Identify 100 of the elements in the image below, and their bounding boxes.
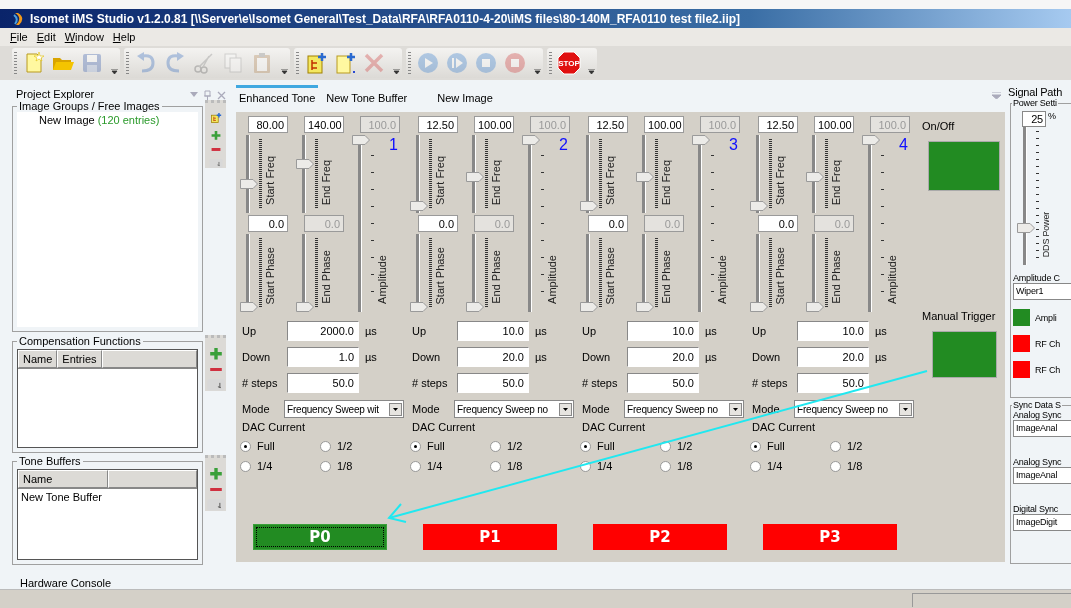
input-field[interactable]: 10.0 <box>457 321 529 341</box>
toolbar-overflow-icon[interactable] <box>588 69 595 75</box>
radio-option[interactable]: 1/8 <box>830 459 863 473</box>
mode-dropdown[interactable]: Frequency Sweep no <box>794 400 914 418</box>
mode-dropdown[interactable]: Frequency Sweep wit <box>284 400 404 418</box>
tab[interactable]: New Image <box>434 85 496 104</box>
slider-thumb[interactable] <box>296 158 314 169</box>
input-field[interactable]: 50.0 <box>797 373 869 393</box>
mode-dropdown[interactable]: Frequency Sweep no <box>454 400 574 418</box>
radio-option[interactable]: Full <box>410 439 445 453</box>
vertical-slider[interactable] <box>466 234 484 312</box>
input-field[interactable]: 2000.0 <box>287 321 359 341</box>
radio-option[interactable]: 1/4 <box>750 459 783 473</box>
vertical-slider[interactable] <box>580 135 598 213</box>
stop-button[interactable]: STOP <box>557 51 581 75</box>
toolbar-overflow-icon[interactable] <box>534 69 541 75</box>
trigger-button[interactable] <box>932 331 997 378</box>
tree-item[interactable]: New Image <box>39 114 95 126</box>
radio-option[interactable]: 1/8 <box>490 459 523 473</box>
radio-option[interactable]: 1/4 <box>240 459 273 473</box>
number-field[interactable]: 12.50 <box>758 116 798 133</box>
minus-icon[interactable] <box>209 367 222 372</box>
input-field[interactable]: 20.0 <box>797 347 869 367</box>
toolbar-grip[interactable] <box>296 52 299 74</box>
radio-option[interactable]: 1/4 <box>410 459 443 473</box>
vertical-slider[interactable] <box>580 234 598 312</box>
radio-option[interactable]: 1/8 <box>320 459 353 473</box>
toolbar-grip[interactable] <box>549 52 552 74</box>
menu-item[interactable]: Window <box>64 31 104 43</box>
vertical-slider[interactable] <box>750 135 768 213</box>
radio-option[interactable]: Full <box>750 439 785 453</box>
vertical-slider[interactable] <box>296 135 314 213</box>
profile-button[interactable]: P2 <box>593 524 727 550</box>
toolbar-overflow-icon[interactable] <box>111 69 118 75</box>
slider-thumb[interactable] <box>806 172 824 183</box>
slider-thumb[interactable] <box>580 200 598 211</box>
pin-icon[interactable] <box>204 90 211 100</box>
number-field[interactable]: 12.50 <box>418 116 458 133</box>
number-field[interactable]: 140.00 <box>304 116 344 133</box>
toolbar-grip[interactable] <box>126 52 129 74</box>
vertical-slider[interactable] <box>636 135 654 213</box>
mode-dropdown[interactable]: Frequency Sweep no <box>624 400 744 418</box>
vertical-slider[interactable] <box>296 234 314 312</box>
slider-thumb[interactable] <box>410 200 428 211</box>
dropdown-field[interactable]: ImageAnal <box>1013 467 1071 484</box>
number-field[interactable]: 0.0 <box>758 215 798 232</box>
input-field[interactable]: 10.0 <box>627 321 699 341</box>
add-image-icon[interactable] <box>208 113 223 124</box>
vertical-slider[interactable] <box>862 135 880 312</box>
number-field[interactable]: 0.0 <box>248 215 288 232</box>
number-field[interactable]: 100.00 <box>474 116 514 133</box>
input-field[interactable]: 20.0 <box>457 347 529 367</box>
input-field[interactable]: 1.0 <box>287 347 359 367</box>
vertical-slider[interactable] <box>806 135 824 213</box>
dropdown-field[interactable]: ImageDigit <box>1013 514 1071 531</box>
dropdown-field[interactable]: Wiper1 <box>1013 283 1071 300</box>
profile-button[interactable]: P0 <box>253 524 387 550</box>
slider-thumb[interactable] <box>466 172 484 183</box>
radio-option[interactable]: 1/2 <box>320 439 353 453</box>
slider-thumb[interactable] <box>636 172 654 183</box>
radio-option[interactable]: Full <box>580 439 615 453</box>
add-image-icon[interactable] <box>304 51 328 75</box>
toolbar-grip[interactable] <box>14 52 17 74</box>
panel-tab[interactable]: Hardware Console <box>12 577 230 589</box>
minus-icon[interactable] <box>209 487 222 492</box>
vertical-slider[interactable] <box>1017 127 1035 265</box>
vertical-slider[interactable] <box>240 234 258 312</box>
add-document-icon[interactable] <box>333 51 357 75</box>
radio-option[interactable]: 1/2 <box>490 439 523 453</box>
number-field[interactable]: 0.0 <box>418 215 458 232</box>
profile-button[interactable]: P3 <box>763 524 897 550</box>
vertical-slider[interactable] <box>352 135 370 312</box>
plus-icon[interactable] <box>209 348 222 360</box>
tab[interactable]: New Tone Buffer <box>323 85 411 104</box>
number-field[interactable]: 80.00 <box>248 116 288 133</box>
slider-thumb[interactable] <box>240 178 258 189</box>
slider-thumb[interactable] <box>580 302 598 312</box>
menu-item[interactable]: Help <box>112 31 136 43</box>
radio-option[interactable]: Full <box>240 439 275 453</box>
input-field[interactable]: 50.0 <box>627 373 699 393</box>
vertical-slider[interactable] <box>692 135 710 312</box>
toolbar-overflow-icon[interactable] <box>393 69 400 75</box>
vertical-slider[interactable] <box>466 135 484 213</box>
slider-thumb[interactable] <box>240 302 258 312</box>
slider-thumb[interactable] <box>1017 223 1035 233</box>
close-icon[interactable] <box>217 90 226 100</box>
toggle-button[interactable] <box>928 141 1000 191</box>
column-header[interactable]: Name <box>18 350 58 368</box>
input-field[interactable]: 10.0 <box>797 321 869 341</box>
input-field[interactable]: 50.0 <box>457 373 529 393</box>
vertical-slider[interactable] <box>750 234 768 312</box>
input-field[interactable]: 20.0 <box>627 347 699 367</box>
column-header[interactable]: Name <box>18 470 108 488</box>
menu-item[interactable]: File <box>10 31 28 43</box>
dropdown-field[interactable]: ImageAnal <box>1013 420 1071 437</box>
vertical-slider[interactable] <box>410 135 428 213</box>
vertical-slider[interactable] <box>410 234 428 312</box>
radio-option[interactable]: 1/2 <box>830 439 863 453</box>
dropdown-icon[interactable] <box>190 92 198 98</box>
vertical-slider[interactable] <box>636 234 654 312</box>
